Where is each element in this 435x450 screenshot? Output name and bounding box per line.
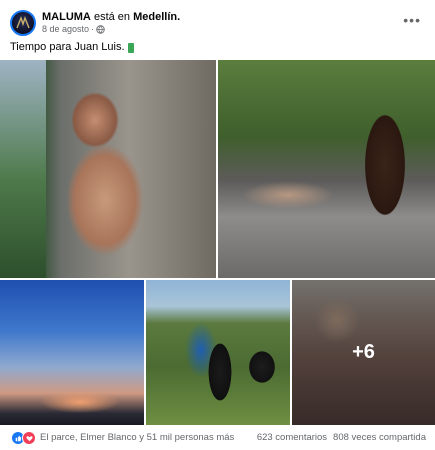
reaction-icons[interactable] bbox=[11, 431, 36, 445]
location-prefix: está en bbox=[93, 11, 131, 23]
post-meta: 8 de agosto · bbox=[42, 24, 105, 34]
caption-text: Tiempo para Juan Luis. bbox=[10, 41, 125, 53]
photo-5-family[interactable]: +6 bbox=[292, 280, 435, 425]
more-photos-count[interactable]: +6 bbox=[292, 280, 435, 425]
battery-icon bbox=[127, 43, 134, 53]
location-link[interactable]: Medellín. bbox=[133, 11, 180, 23]
post-footer: El parce, Elmer Blanco y 51 mil personas… bbox=[0, 425, 435, 450]
photo-1-shirtless-portrait[interactable] bbox=[0, 60, 216, 278]
author-name[interactable]: MALUMA bbox=[42, 11, 91, 23]
photo-2-dog-on-couch[interactable] bbox=[218, 60, 435, 278]
author-avatar[interactable] bbox=[10, 10, 36, 36]
black-dog-figure bbox=[244, 345, 280, 390]
meta-separator: · bbox=[91, 24, 95, 34]
post-stats: 623 comentarios 808 veces compartida bbox=[257, 432, 426, 443]
shares-count[interactable]: 808 veces compartida bbox=[333, 432, 426, 443]
love-icon bbox=[22, 431, 36, 445]
post-date[interactable]: 8 de agosto bbox=[42, 24, 89, 34]
globe-icon bbox=[96, 24, 105, 34]
more-options-button[interactable]: ••• bbox=[403, 12, 421, 28]
comments-count[interactable]: 623 comentarios bbox=[257, 432, 327, 443]
post-title: MALUMA está en Medellín. bbox=[42, 11, 180, 23]
photo-4-man-with-dogs[interactable] bbox=[146, 280, 290, 425]
window-background bbox=[0, 60, 46, 278]
photo-gallery: +6 bbox=[0, 60, 435, 425]
photo-3-sunset-sky[interactable] bbox=[0, 280, 144, 425]
post-caption: Tiempo para Juan Luis. bbox=[10, 41, 134, 53]
post-header: MALUMA está en Medellín. 8 de agosto · •… bbox=[0, 0, 435, 60]
doberman-figure bbox=[358, 90, 413, 240]
great-dane-figure bbox=[204, 332, 236, 412]
reactions-summary[interactable]: El parce, Elmer Blanco y 51 mil personas… bbox=[40, 432, 234, 443]
